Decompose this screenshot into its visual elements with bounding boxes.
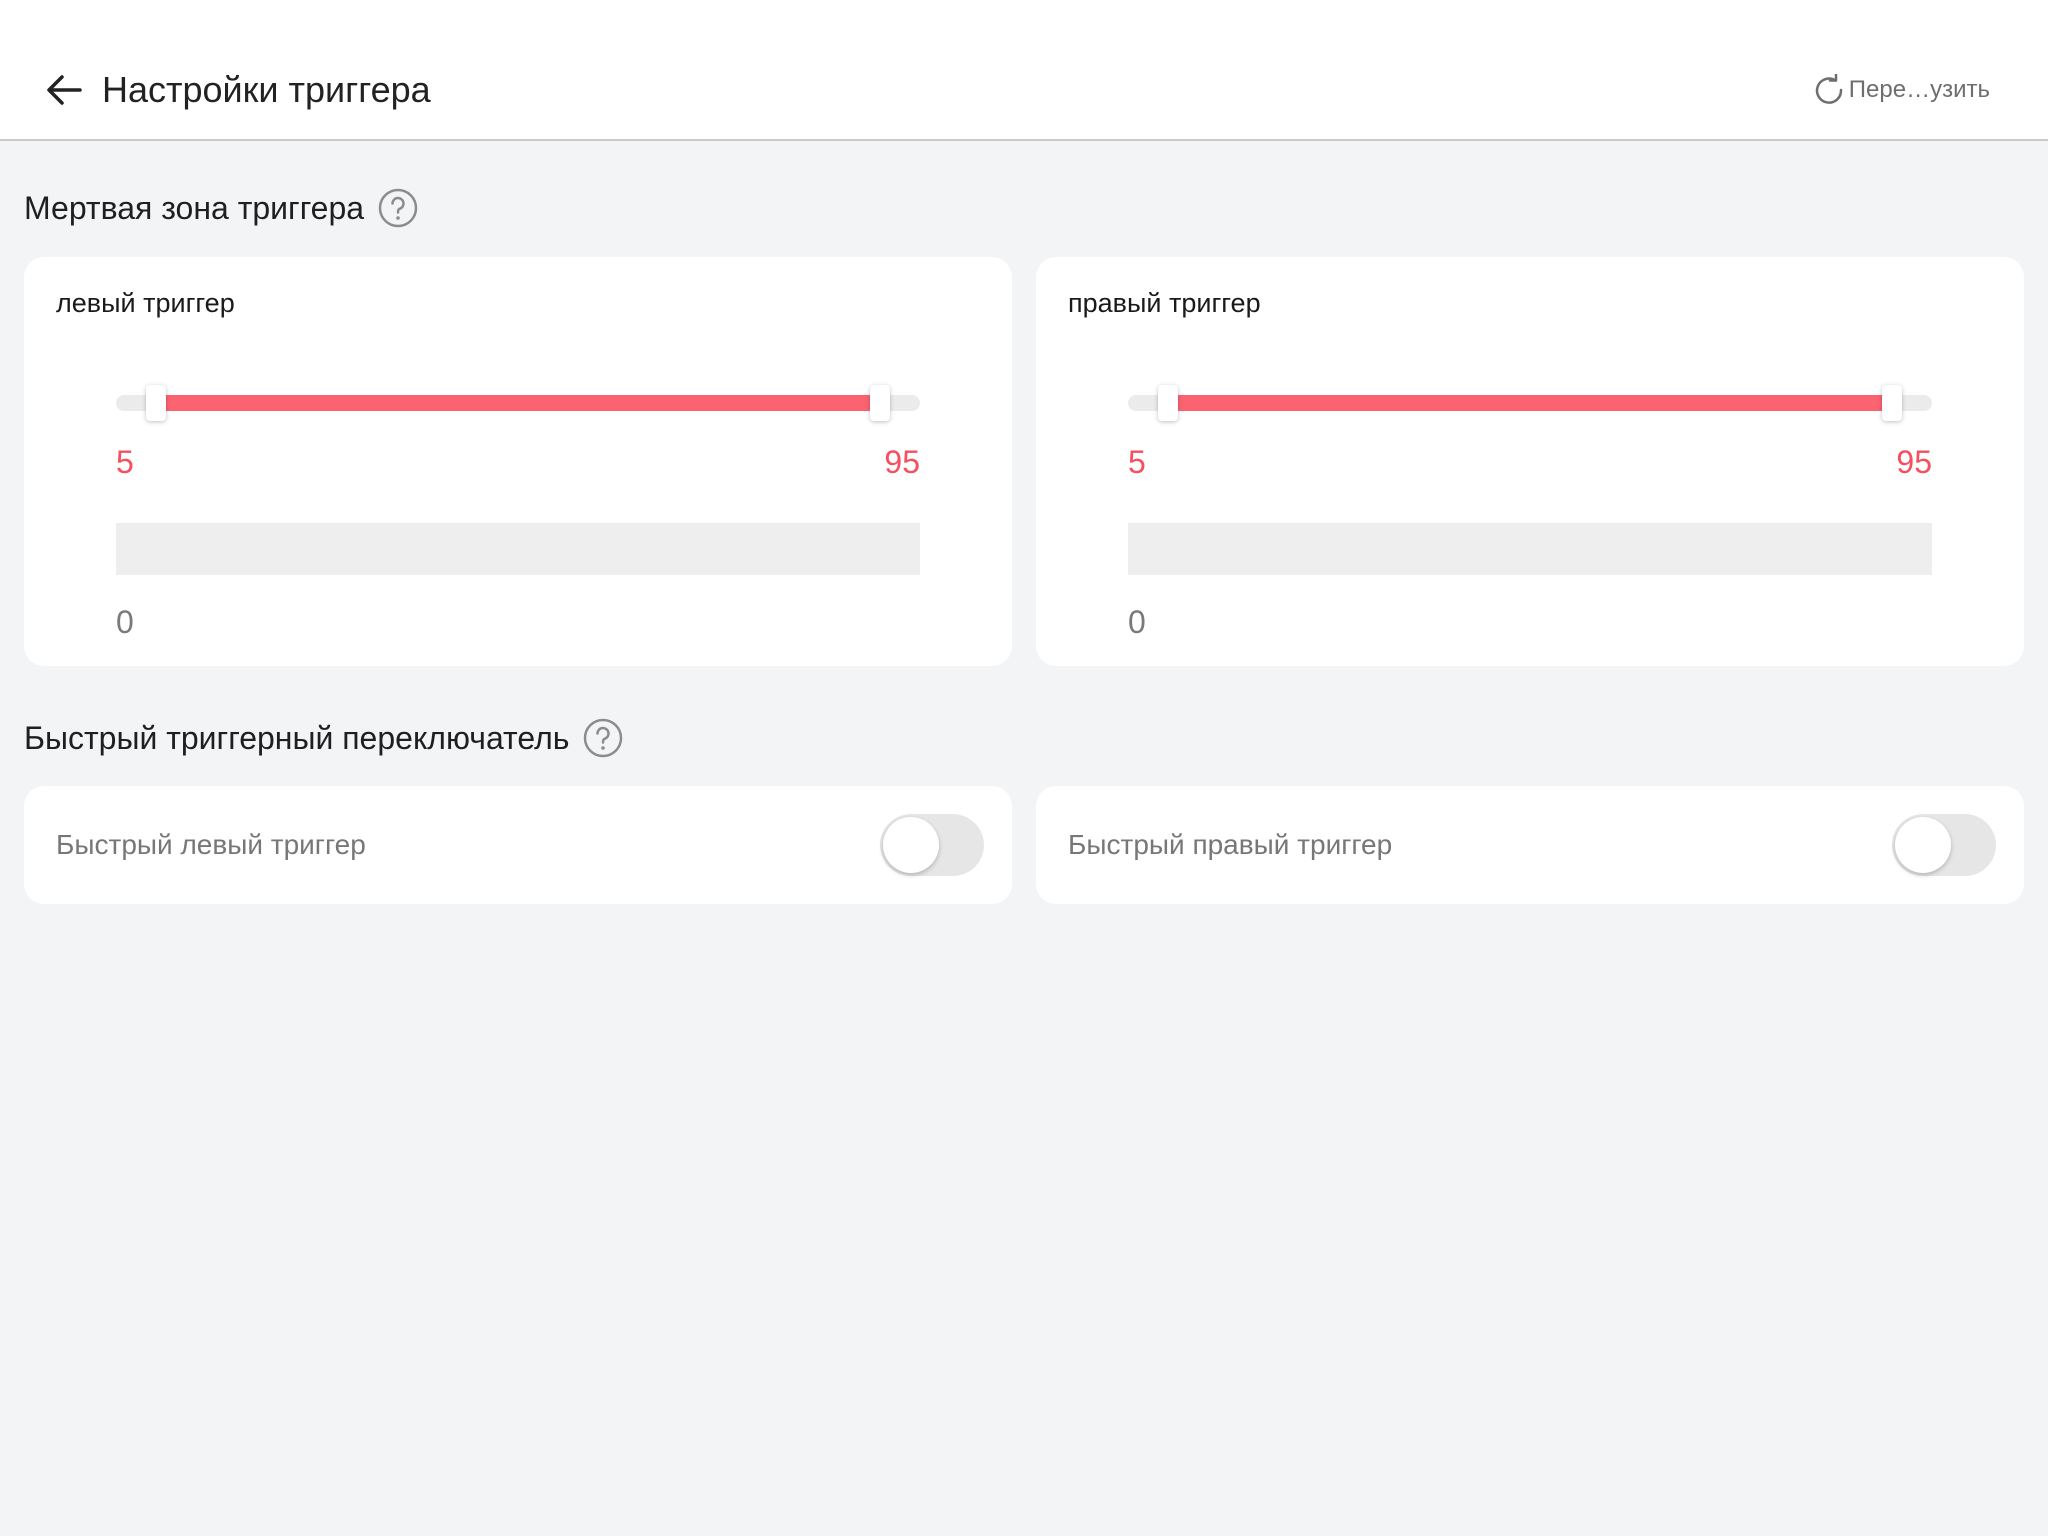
deadzone-section-title: Мертвая зона триггера — [24, 186, 418, 230]
quick-right-trigger-toggle[interactable] — [1892, 814, 1996, 876]
left-deadzone-min-handle[interactable] — [146, 385, 167, 421]
left-deadzone-max-label: 95 — [884, 444, 920, 480]
reset-button[interactable]: Пере…узить — [1813, 70, 1990, 110]
right-deadzone-slider[interactable] — [1128, 385, 1932, 421]
right-deadzone-max-handle[interactable] — [1881, 385, 1902, 421]
toggle-knob — [883, 817, 939, 873]
toggle-knob — [1895, 817, 1951, 873]
quick-left-trigger-row: Быстрый левый триггер — [24, 786, 1012, 904]
quick-trigger-section-title: Быстрый триггерный переключатель — [24, 716, 623, 760]
right-trigger-live-value: 0 — [1128, 604, 1146, 640]
header: Настройки триггера Пере…узить — [0, 0, 2048, 141]
right-trigger-title: правый триггер — [1068, 288, 1261, 318]
quick-right-trigger-label: Быстрый правый триггер — [1068, 829, 1393, 860]
right-deadzone-range-fill — [1168, 395, 1892, 411]
question-circle-icon[interactable] — [583, 718, 623, 758]
left-deadzone-max-handle[interactable] — [869, 385, 890, 421]
arrow-left-icon[interactable] — [40, 66, 88, 114]
left-deadzone-min-label: 5 — [116, 444, 134, 480]
page-title: Настройки триггера — [102, 69, 431, 110]
deadzone-title-text: Мертвая зона триггера — [24, 190, 365, 226]
right-trigger-live-bar — [1128, 523, 1932, 575]
quick-right-trigger-row: Быстрый правый триггер — [1036, 786, 2024, 904]
quick-trigger-title-text: Быстрый триггерный переключатель — [24, 720, 570, 756]
right-deadzone-min-handle[interactable] — [1158, 385, 1179, 421]
right-deadzone-min-label: 5 — [1128, 444, 1146, 480]
quick-left-trigger-toggle[interactable] — [880, 814, 984, 876]
quick-left-trigger-label: Быстрый левый триггер — [56, 829, 366, 860]
reset-button-label: Пере…узить — [1848, 76, 1990, 103]
refresh-icon — [1815, 74, 1843, 104]
question-circle-icon[interactable] — [378, 188, 418, 228]
left-deadzone-range-fill — [156, 395, 880, 411]
left-trigger-title: левый триггер — [56, 288, 235, 318]
left-trigger-live-bar — [116, 523, 920, 575]
left-deadzone-slider[interactable] — [116, 385, 920, 421]
right-deadzone-max-label: 95 — [1896, 444, 1932, 480]
left-trigger-live-value: 0 — [116, 604, 134, 640]
